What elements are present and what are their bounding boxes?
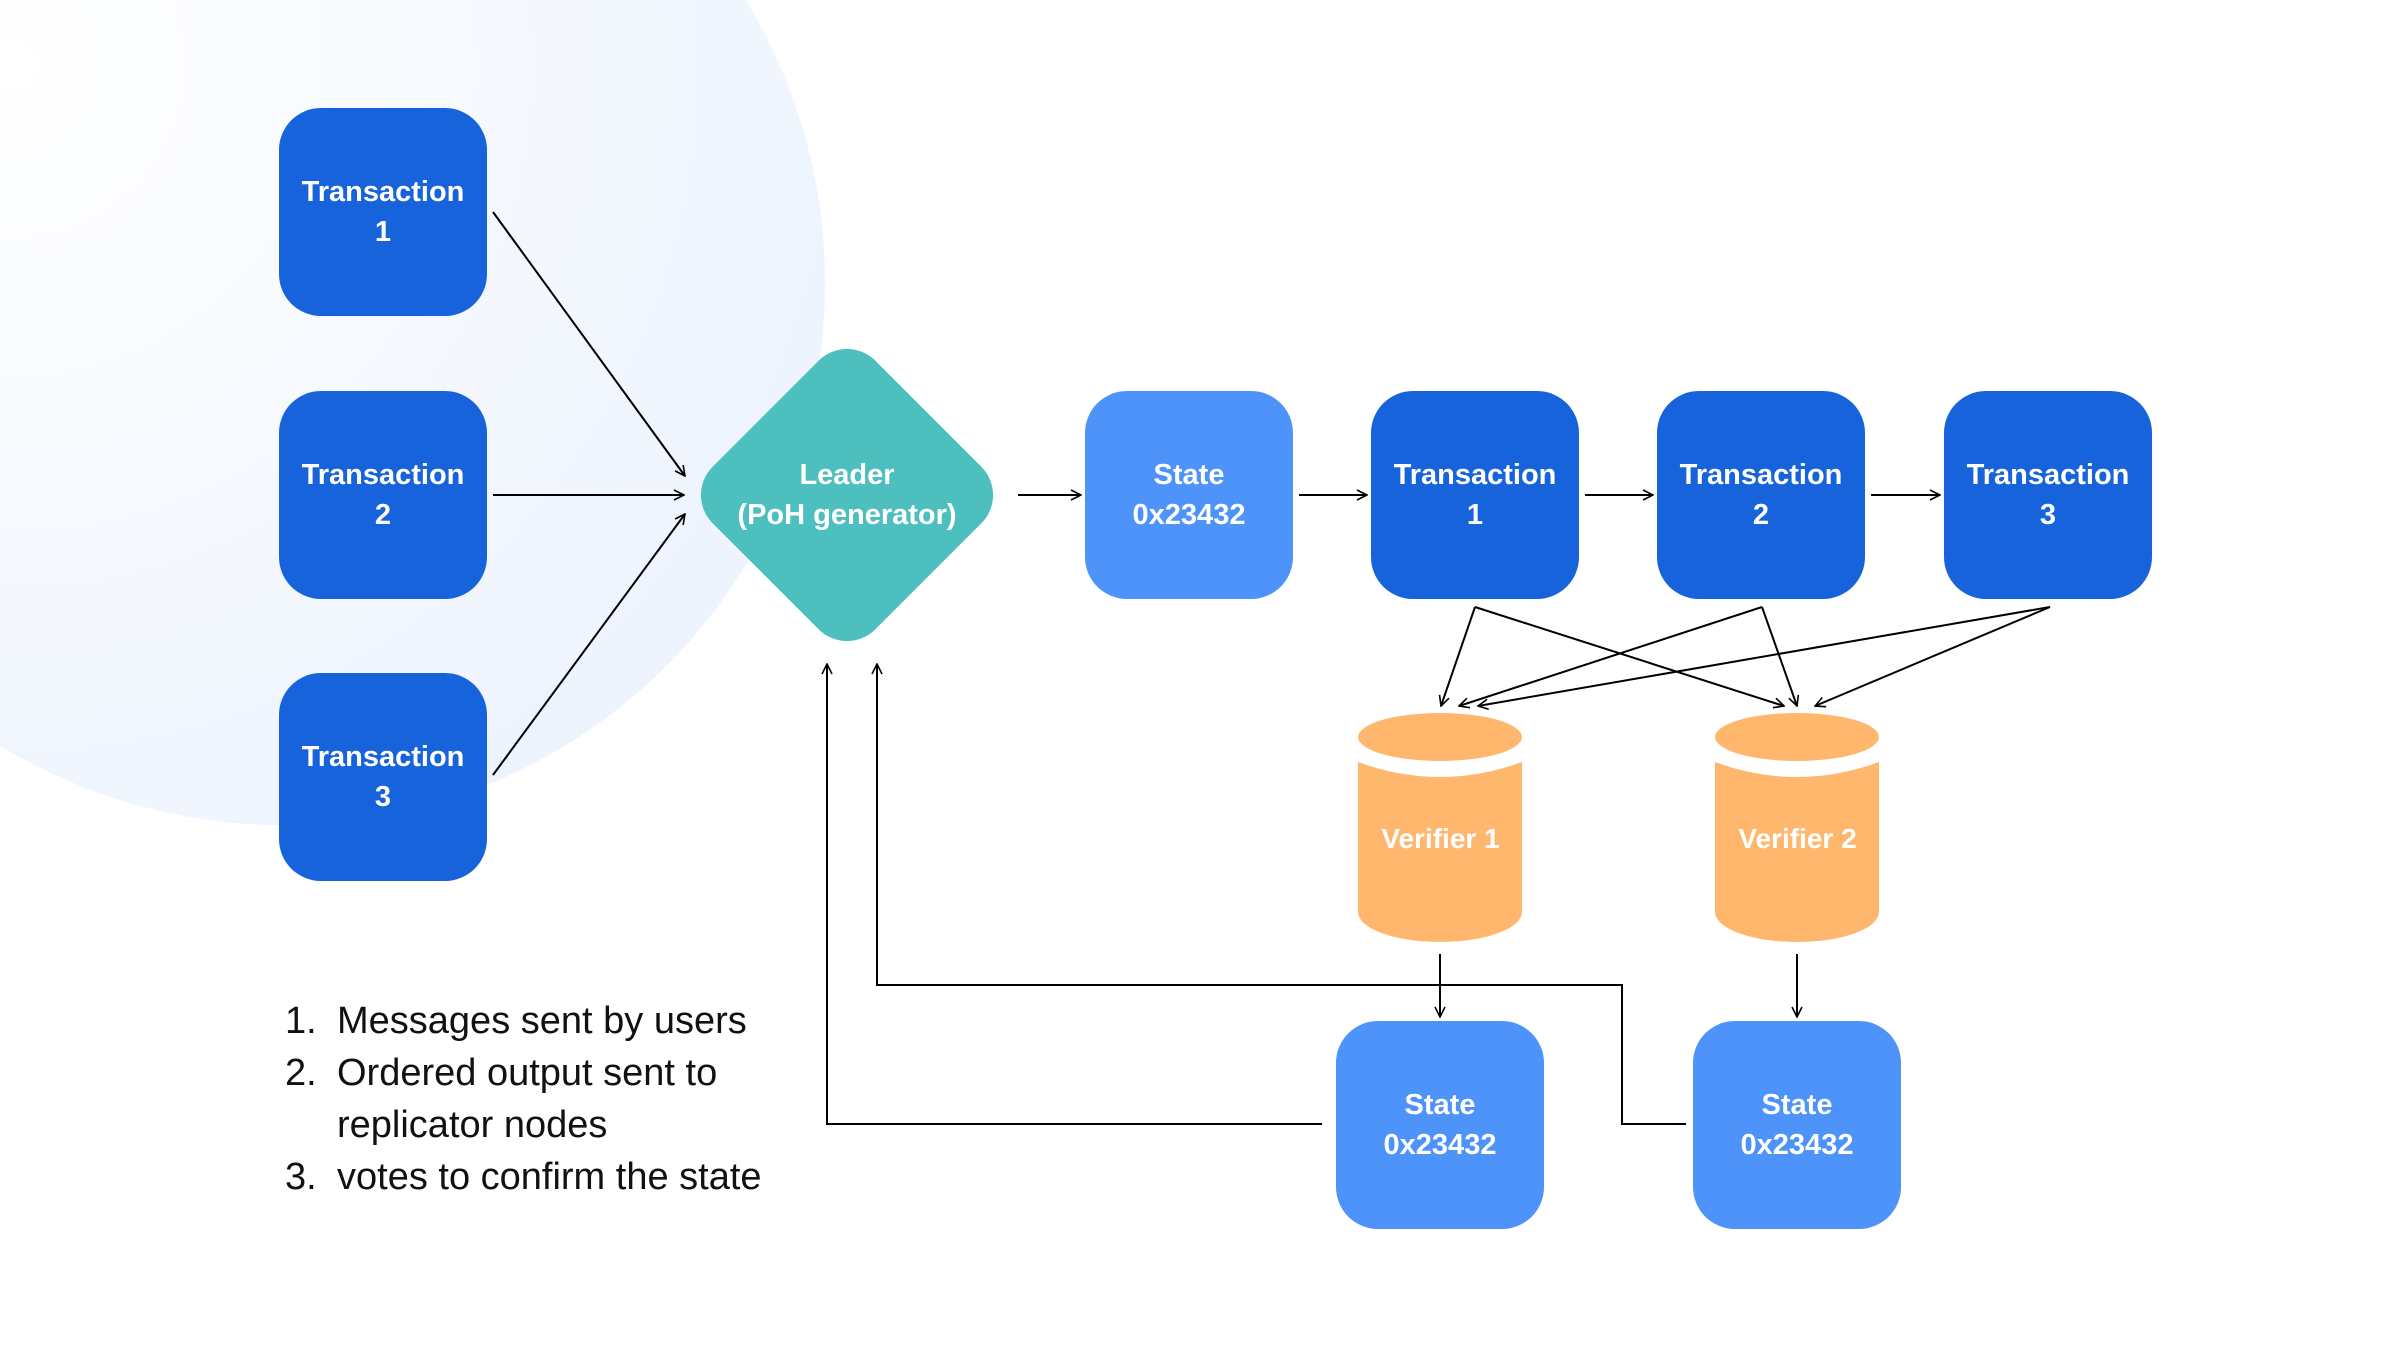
verifier-1-state-value: 0x23432 [1383,1129,1497,1161]
legend-item-3-text: votes to confirm the state [337,1156,762,1198]
arrow-tx3-to-leader [492,514,685,776]
state-main-title: State [1153,459,1225,491]
legend-item-2-text: Ordered output sent to [337,1052,718,1094]
input-transaction-3[interactable]: Transaction 3 [279,673,487,881]
verifier-2-state-value: 0x23432 [1740,1129,1854,1161]
legend-item-1: 1. Messages sent by users [285,995,762,1047]
arrow-tx1-to-verifier1 [1441,606,1476,706]
arrow-tx3-to-verifier1 [1478,606,2051,706]
arrow-tx1-to-leader [492,211,685,476]
verifier-2-state[interactable]: State 0x23432 [1693,1021,1901,1229]
leader-subtitle: (PoH generator) [737,499,957,531]
verifier-1-label: Verifier 1 [1381,823,1500,854]
chain-transaction-2[interactable]: Transaction 2 [1657,391,1865,599]
arrow-tx1-to-verifier2 [1474,606,1784,706]
chain-transaction-1-title: Transaction [1393,459,1557,491]
input-transaction-3-number: 3 [374,781,392,813]
verifier-1-state[interactable]: State 0x23432 [1336,1021,1544,1229]
input-transaction-3-title: Transaction [301,741,465,773]
verifier-2-state-title: State [1761,1089,1833,1121]
arrow-state2-vote-to-leader [877,664,1686,1125]
legend: 1. Messages sent by users 2. Ordered out… [285,995,762,1203]
arrow-tx3-to-verifier2 [1815,606,2051,706]
legend-item-3: 3. votes to confirm the state [285,1151,762,1203]
chain-transaction-2-number: 2 [1752,499,1770,531]
state-main-value: 0x23432 [1132,499,1246,531]
leader-title: Leader [799,459,895,491]
legend-item-1-text: Messages sent by users [337,1000,747,1042]
input-transaction-2-number: 2 [374,499,392,531]
leader-label: Leader (PoH generator) [700,455,994,535]
chain-transaction-3-number: 3 [2039,499,2057,531]
input-transaction-1-number: 1 [374,216,392,248]
legend-item-2: 2. Ordered output sent to [285,1047,762,1099]
arrow-state1-vote-to-leader [827,664,1322,1125]
legend-item-3-number: 3. [285,1156,317,1198]
chain-transaction-1-number: 1 [1466,499,1484,531]
chain-transaction-1[interactable]: Transaction 1 [1371,391,1579,599]
legend-item-2-number: 2. [285,1052,317,1094]
verifier-2-label: Verifier 2 [1738,823,1857,854]
input-transaction-2-title: Transaction [301,459,465,491]
chain-transaction-3[interactable]: Transaction 3 [1944,391,2152,599]
legend-item-2-continuation: replicator nodes [337,1104,608,1146]
input-transaction-1[interactable]: Transaction 1 [279,108,487,316]
chain-transaction-3-title: Transaction [1966,459,2130,491]
input-transaction-2[interactable]: Transaction 2 [279,391,487,599]
legend-item-1-number: 1. [285,1000,317,1042]
input-transaction-1-title: Transaction [301,176,465,208]
verifier-1-state-title: State [1404,1089,1476,1121]
state-main[interactable]: State 0x23432 [1085,391,1293,599]
arrow-tx2-to-verifier1 [1459,606,1763,706]
chain-transaction-2-title: Transaction [1679,459,1843,491]
